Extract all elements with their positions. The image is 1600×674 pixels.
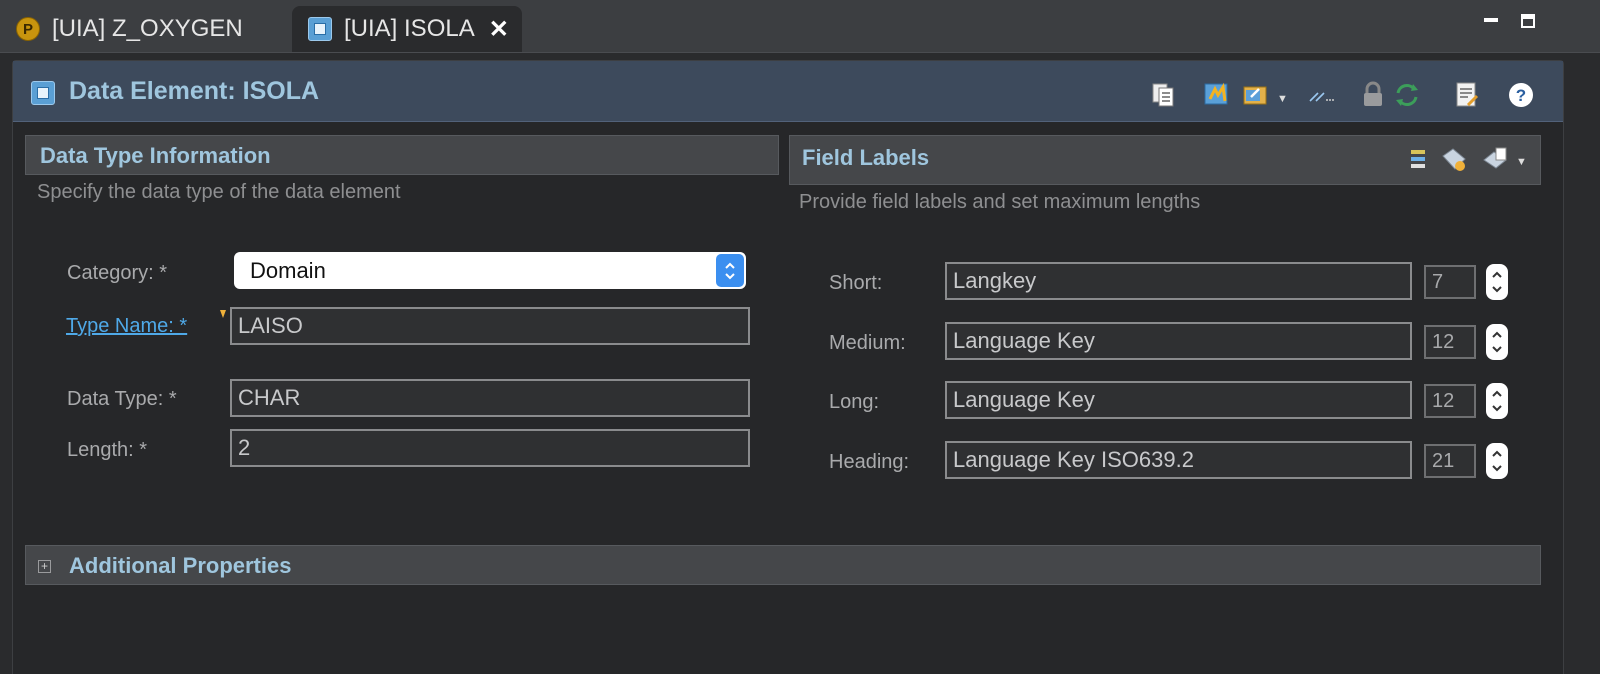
short-length-stepper[interactable] bbox=[1486, 264, 1508, 300]
select-arrows-icon[interactable] bbox=[716, 254, 744, 287]
svg-text:?: ? bbox=[1516, 86, 1526, 105]
short-label: Short: bbox=[829, 272, 883, 294]
tab-z-oxygen[interactable]: P [UIA] Z_OXYGEN bbox=[0, 6, 290, 52]
minimize-button[interactable] bbox=[1484, 18, 1498, 22]
data-type-section-header: Data Type Information bbox=[25, 135, 779, 175]
refresh-icon[interactable] bbox=[1393, 81, 1421, 109]
lock-icon[interactable] bbox=[1359, 81, 1387, 109]
abap-package-icon: P bbox=[16, 17, 40, 41]
length-field[interactable] bbox=[230, 429, 750, 467]
field-labels-section-header: Field Labels ▼ bbox=[789, 135, 1541, 185]
category-value: Domain bbox=[250, 258, 326, 283]
tab-label: [UIA] Z_OXYGEN bbox=[52, 15, 243, 42]
content-assist-icon bbox=[219, 306, 227, 318]
chevron-down-icon[interactable]: ▼ bbox=[1516, 156, 1527, 168]
heading-label-input[interactable] bbox=[945, 441, 1412, 479]
section-description: Provide field labels and set maximum len… bbox=[799, 191, 1201, 213]
label-tag-icon[interactable] bbox=[1440, 146, 1468, 179]
medium-max-length[interactable]: 12 bbox=[1424, 325, 1476, 359]
help-icon[interactable]: ? bbox=[1507, 81, 1535, 109]
type-name-link[interactable]: Type Name: * bbox=[66, 315, 187, 338]
category-select[interactable]: Domain bbox=[234, 252, 746, 289]
editor-header: Data Element: ISOLA ▼ ? bbox=[13, 61, 1563, 122]
long-length-stepper[interactable] bbox=[1486, 383, 1508, 419]
chevron-down-icon[interactable]: ▼ bbox=[1277, 93, 1288, 105]
heading-label: Heading: bbox=[829, 451, 910, 473]
translate-icon[interactable] bbox=[1482, 146, 1510, 177]
medium-length-stepper[interactable] bbox=[1486, 324, 1508, 360]
data-type-label: Data Type: * bbox=[67, 388, 177, 410]
copy-icon[interactable] bbox=[1149, 81, 1177, 109]
heading-max-length[interactable]: 21 bbox=[1424, 444, 1476, 478]
close-icon[interactable]: ✕ bbox=[489, 15, 509, 44]
type-name-input[interactable] bbox=[230, 307, 750, 345]
additional-properties-header[interactable]: Additional Properties bbox=[25, 545, 1541, 585]
medium-label-input[interactable] bbox=[945, 322, 1412, 360]
section-title: Additional Properties bbox=[69, 553, 292, 578]
long-label-input[interactable] bbox=[945, 381, 1412, 419]
where-used-icon[interactable] bbox=[1307, 81, 1335, 109]
category-label: Category: * bbox=[67, 262, 168, 284]
page-title: Data Element: ISOLA bbox=[69, 77, 320, 105]
data-element-icon bbox=[308, 17, 332, 41]
long-max-length[interactable]: 12 bbox=[1424, 384, 1476, 418]
data-element-icon bbox=[31, 81, 55, 105]
list-icon[interactable] bbox=[1410, 148, 1426, 177]
activate-icon[interactable] bbox=[1203, 81, 1231, 109]
open-in-icon[interactable] bbox=[1241, 81, 1269, 109]
expand-icon[interactable]: + bbox=[38, 560, 51, 573]
maximize-button[interactable] bbox=[1521, 14, 1535, 28]
medium-label: Medium: bbox=[829, 332, 906, 354]
section-title: Field Labels bbox=[802, 145, 930, 170]
properties-icon[interactable] bbox=[1453, 81, 1481, 109]
data-type-field[interactable] bbox=[230, 379, 750, 417]
section-title: Data Type Information bbox=[40, 143, 271, 168]
tab-label: [UIA] ISOLA bbox=[344, 15, 475, 42]
editor-tab-bar: P [UIA] Z_OXYGEN [UIA] ISOLA ✕ bbox=[0, 0, 1600, 53]
heading-length-stepper[interactable] bbox=[1486, 443, 1508, 479]
short-label-input[interactable] bbox=[945, 262, 1412, 300]
long-label: Long: bbox=[829, 391, 880, 413]
section-description: Specify the data type of the data elemen… bbox=[37, 181, 401, 203]
short-max-length[interactable]: 7 bbox=[1424, 265, 1476, 299]
length-label: Length: * bbox=[67, 439, 148, 461]
tab-isola[interactable]: [UIA] ISOLA ✕ bbox=[292, 6, 522, 52]
